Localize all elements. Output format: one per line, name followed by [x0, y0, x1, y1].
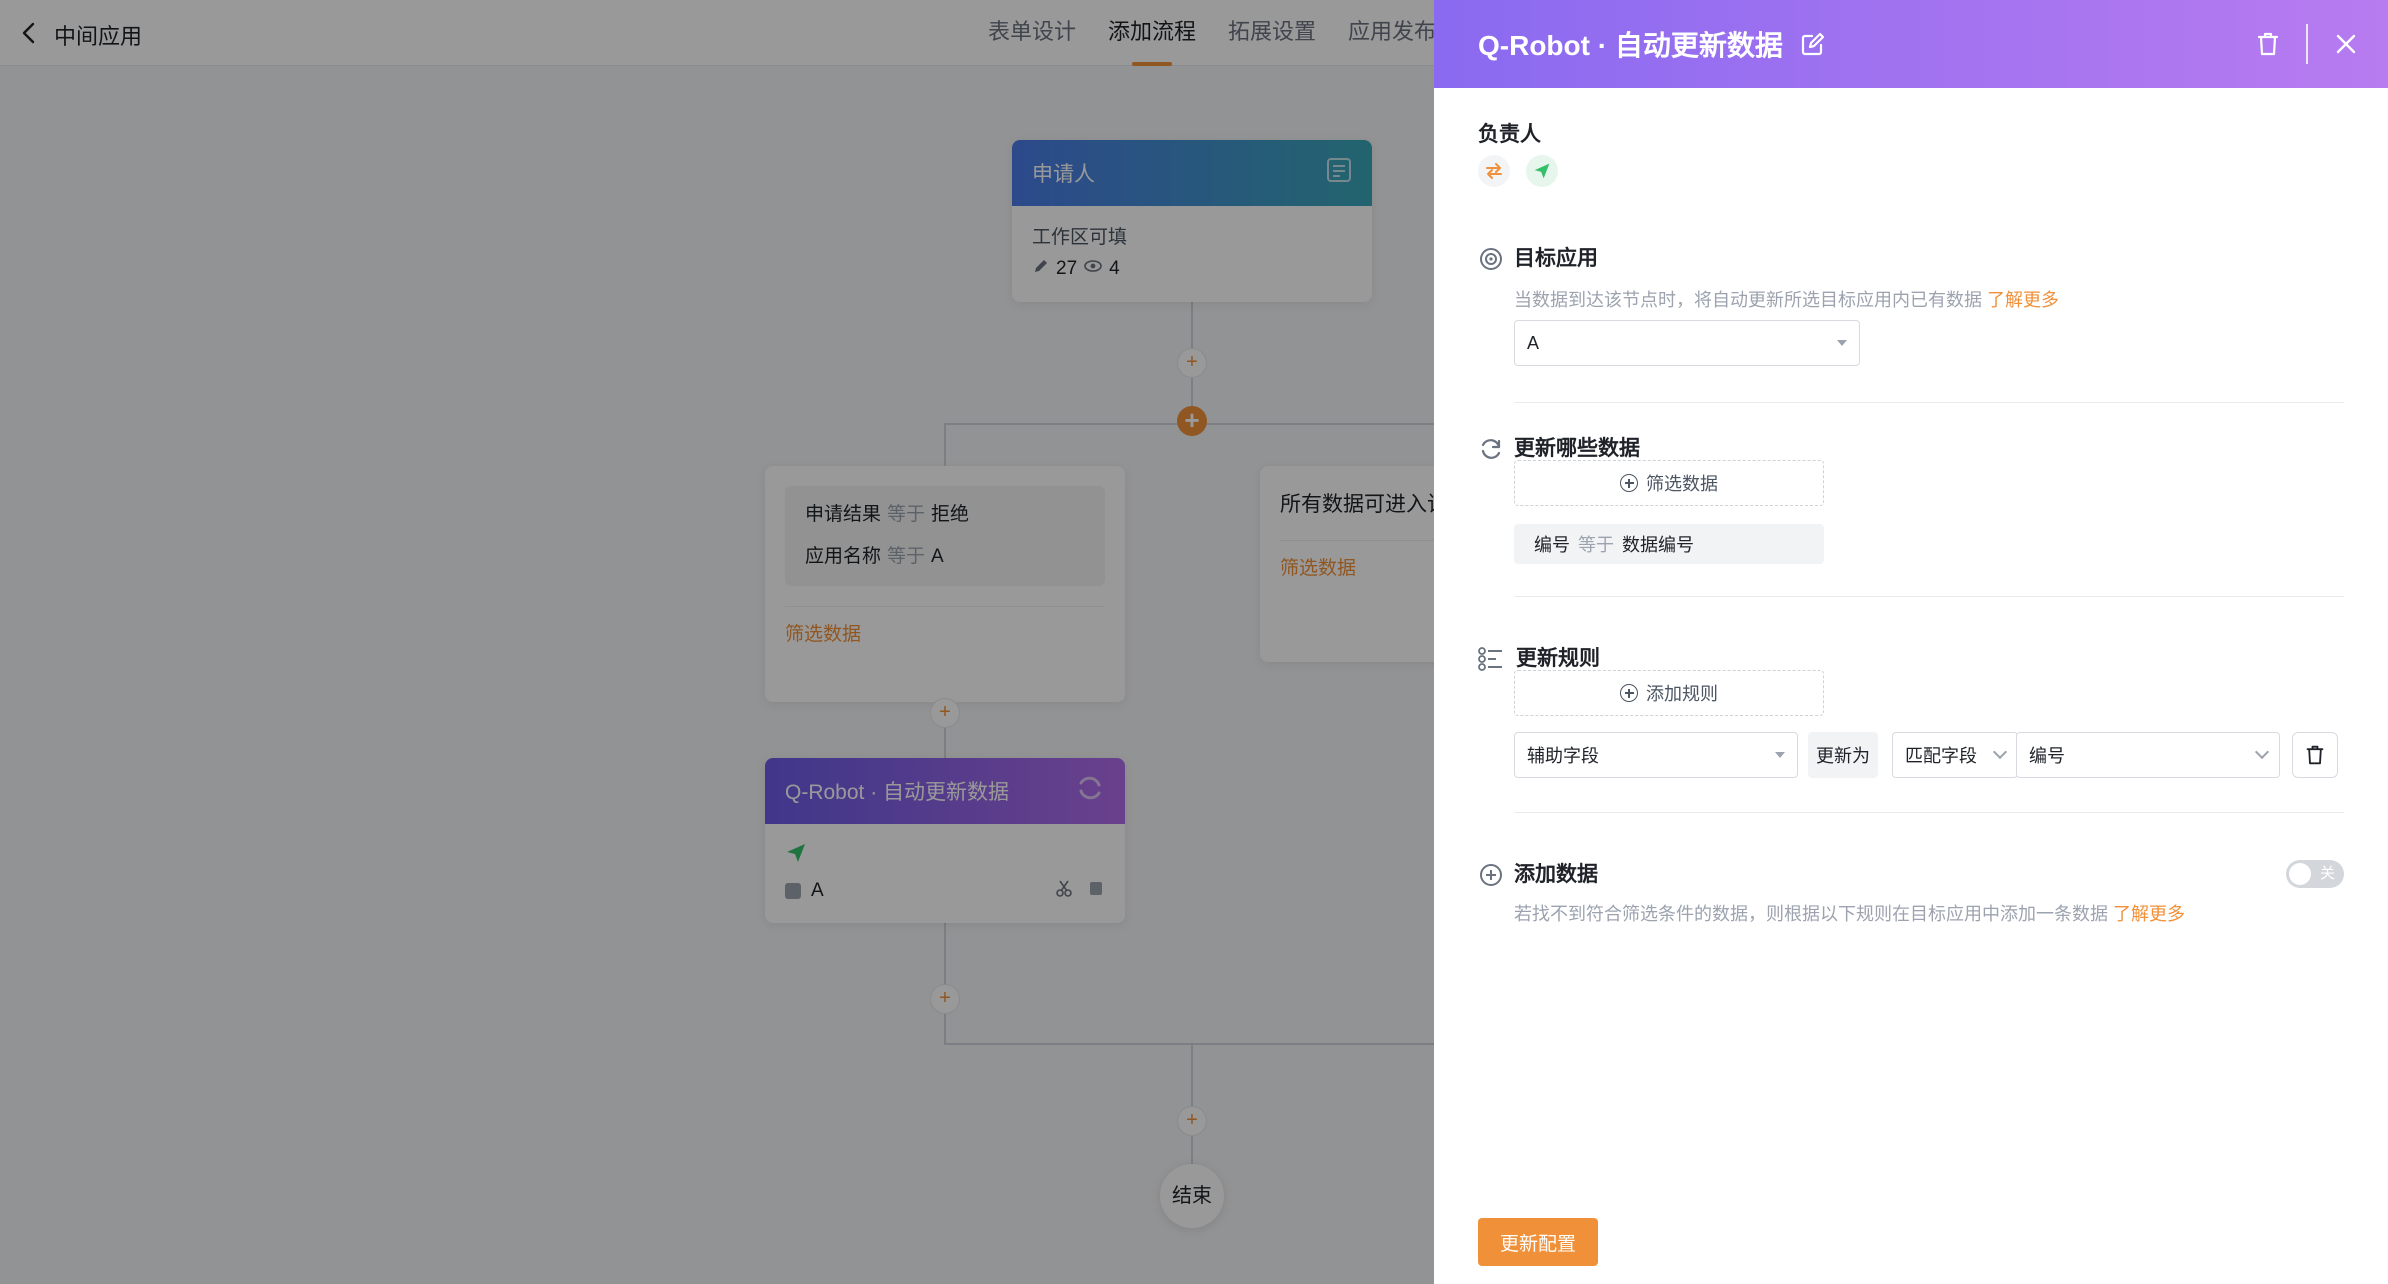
target-app-desc-text: 当数据到达该节点时，将自动更新所选目标应用内已有数据: [1514, 290, 1982, 310]
add-rule-button[interactable]: 添加规则: [1514, 670, 1824, 716]
send-icon[interactable]: [1526, 155, 1558, 187]
update-data-title: 更新哪些数据: [1514, 437, 1640, 460]
rule-mode-select[interactable]: 匹配字段: [1892, 732, 2018, 778]
add-data-desc-text: 若找不到符合筛选条件的数据，则根据以下规则在目标应用中添加一条数据: [1514, 904, 2108, 924]
owner-title: 负责人: [1478, 123, 1541, 146]
update-rules-title: 更新规则: [1516, 647, 1600, 670]
rule-field-value: 辅助字段: [1527, 746, 1599, 766]
delete-icon[interactable]: [2248, 24, 2288, 64]
trash-icon: [2306, 745, 2324, 765]
caret-down-icon: [1775, 752, 1785, 758]
divider: [1514, 596, 2344, 597]
update-data-section: 更新哪些数据 筛选数据 编号 等于 数据编号: [1478, 436, 2344, 636]
add-circle-icon: [1478, 862, 1504, 888]
add-circle-icon: [1620, 684, 1638, 702]
filter-data-button-label: 筛选数据: [1646, 474, 1718, 494]
drawer-header-actions: [2248, 0, 2366, 88]
add-data-desc: 若找不到符合筛选条件的数据，则根据以下规则在目标应用中添加一条数据 了解更多: [1514, 900, 2185, 926]
rule-target-value: 编号: [2029, 746, 2065, 766]
add-data-section: 添加数据 若找不到符合筛选条件的数据，则根据以下规则在目标应用中添加一条数据 了…: [1478, 860, 2344, 962]
target-app-desc: 当数据到达该节点时，将自动更新所选目标应用内已有数据 了解更多: [1514, 286, 2059, 312]
drawer-header: Q-Robot · 自动更新数据: [1434, 0, 2388, 88]
header-divider: [2306, 24, 2308, 64]
toggle-label: 关: [2319, 865, 2335, 882]
switch-owner-icon[interactable]: [1478, 155, 1510, 187]
update-config-button[interactable]: 更新配置: [1478, 1218, 1598, 1266]
delete-rule-button[interactable]: [2292, 732, 2338, 778]
rule-field-select[interactable]: 辅助字段: [1514, 732, 1798, 778]
refresh-icon: [1478, 436, 1504, 462]
learn-more-link[interactable]: 了解更多: [1987, 290, 2059, 310]
caret-down-icon: [1837, 340, 1847, 346]
close-icon[interactable]: [2326, 24, 2366, 64]
list-icon: [1478, 646, 1504, 672]
filter-value: 数据编号: [1622, 535, 1694, 555]
target-app-title: 目标应用: [1514, 247, 1598, 270]
rule-target-select[interactable]: 编号: [2016, 732, 2280, 778]
modal-overlay[interactable]: [0, 0, 1434, 1284]
update-rules-section: 更新规则 添加规则 辅助字段 更新为 匹配字段 编号: [1478, 646, 2344, 876]
learn-more-link[interactable]: 了解更多: [2113, 904, 2185, 924]
robot-config-drawer: Q-Robot · 自动更新数据 负责人 目标应用 当数据到达该节点时，将自动更…: [1434, 0, 2388, 1284]
divider: [1514, 812, 2344, 813]
rule-mode-value: 匹配字段: [1905, 746, 1977, 766]
drawer-title: Q-Robot · 自动更新数据: [1478, 30, 1783, 61]
chevron-down-icon: [2254, 744, 2270, 760]
add-data-toggle[interactable]: 关: [2286, 860, 2344, 888]
filter-operator: 等于: [1578, 535, 1614, 555]
filter-field: 编号: [1534, 535, 1570, 555]
filter-condition-chip[interactable]: 编号 等于 数据编号: [1514, 524, 1824, 564]
target-app-select[interactable]: A: [1514, 320, 1860, 366]
target-app-section: 目标应用 当数据到达该节点时，将自动更新所选目标应用内已有数据 了解更多 A: [1478, 246, 2344, 456]
add-rule-button-label: 添加规则: [1646, 684, 1718, 704]
rule-action-label: 更新为: [1808, 732, 1878, 778]
owner-avatars: [1478, 155, 1558, 187]
chevron-down-icon: [1992, 744, 2008, 760]
divider: [1514, 402, 2344, 403]
add-data-title: 添加数据: [1514, 863, 1598, 886]
target-app-value: A: [1527, 332, 1540, 353]
toggle-knob: [2289, 863, 2311, 885]
edit-title-icon[interactable]: [1799, 30, 1827, 58]
add-circle-icon: [1620, 474, 1638, 492]
drawer-footer: 更新配置: [1434, 1218, 2388, 1284]
target-icon: [1478, 246, 1504, 272]
filter-data-button[interactable]: 筛选数据: [1514, 460, 1824, 506]
